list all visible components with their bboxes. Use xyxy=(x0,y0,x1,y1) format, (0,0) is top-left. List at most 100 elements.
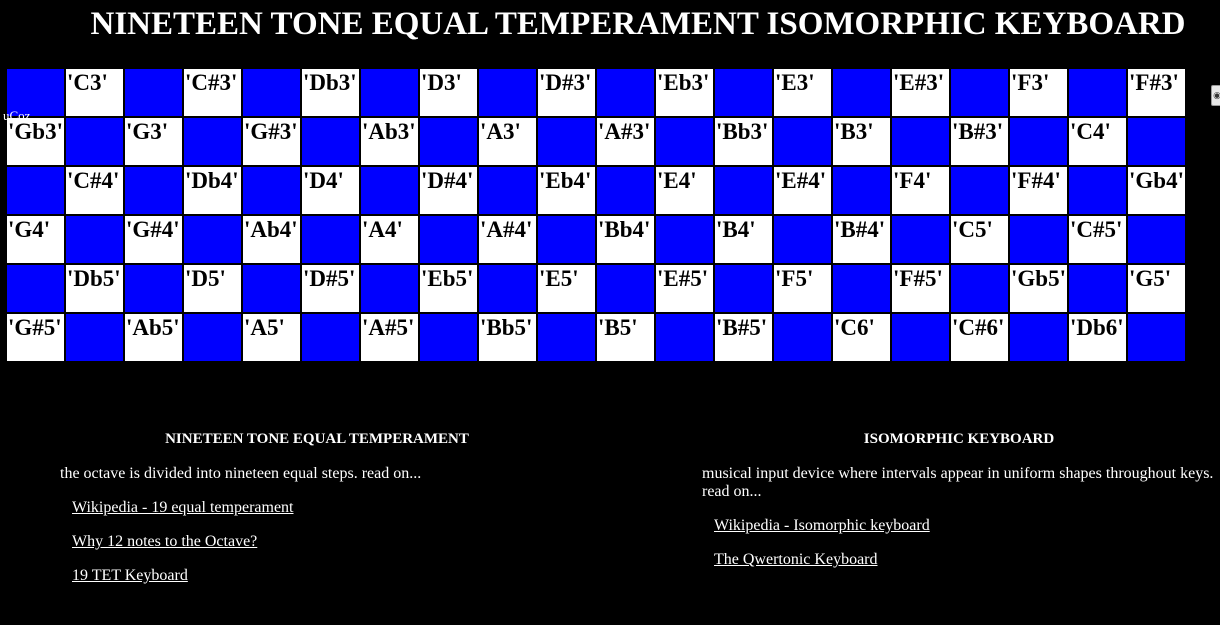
blank-key xyxy=(182,116,243,167)
note-key[interactable]: 'Gb4' xyxy=(1126,165,1187,216)
link-19-tet-keyboard[interactable]: 19 TET Keyboard xyxy=(72,567,188,585)
note-key[interactable]: 'C#3' xyxy=(182,67,243,118)
ucoz-label[interactable]: uCoz xyxy=(3,109,30,123)
note-key-label: 'A#4' xyxy=(480,217,533,242)
note-key[interactable]: 'C3' xyxy=(64,67,125,118)
note-key[interactable]: 'B4' xyxy=(713,214,774,265)
note-key-label: 'Db3' xyxy=(303,70,357,95)
note-key[interactable]: 'Db3' xyxy=(300,67,361,118)
note-key[interactable]: 'F3' xyxy=(1008,67,1069,118)
note-key[interactable]: 'E3' xyxy=(772,67,833,118)
note-key[interactable]: 'A5' xyxy=(241,312,302,363)
note-key[interactable]: 'E#5' xyxy=(654,263,715,314)
note-key[interactable]: 'A#3' xyxy=(595,116,656,167)
note-key[interactable]: 'A#4' xyxy=(477,214,538,265)
note-key[interactable]: 'C5' xyxy=(949,214,1010,265)
note-key[interactable]: 'Eb5' xyxy=(418,263,479,314)
note-key-label: 'F#3' xyxy=(1129,70,1179,95)
blank-key xyxy=(418,312,479,363)
note-key-label: 'A4' xyxy=(362,217,403,242)
note-key[interactable]: 'B#4' xyxy=(831,214,892,265)
note-key[interactable]: 'Ab4' xyxy=(241,214,302,265)
keyboard-row: 'G4' 'G#4' 'Ab4' 'A4' 'A#4' 'Bb4' 'B4' 'B#4' 'C5… xyxy=(5,214,1187,265)
link-wikipedia-19-equal-temperament[interactable]: Wikipedia - 19 equal temperament xyxy=(72,499,294,517)
note-key[interactable]: 'B#3' xyxy=(949,116,1010,167)
note-key-label: 'C#5' xyxy=(1070,217,1123,242)
note-key[interactable]: 'A4' xyxy=(359,214,420,265)
note-key[interactable]: 'Db5' xyxy=(64,263,125,314)
note-key[interactable]: 'B#5' xyxy=(713,312,774,363)
note-key[interactable]: 'Gb3' xyxy=(5,116,66,167)
note-key[interactable]: 'Db4' xyxy=(182,165,243,216)
note-key[interactable]: 'E5' xyxy=(536,263,597,314)
note-key[interactable]: 'D3' xyxy=(418,67,479,118)
blank-key xyxy=(654,312,715,363)
note-key-label: 'C#4' xyxy=(67,168,120,193)
note-key[interactable]: 'D4' xyxy=(300,165,361,216)
note-key[interactable]: 'A3' xyxy=(477,116,538,167)
note-key[interactable]: 'C6' xyxy=(831,312,892,363)
note-key[interactable]: 'Bb5' xyxy=(477,312,538,363)
note-key[interactable]: 'Bb3' xyxy=(713,116,774,167)
note-key-label: 'Eb5' xyxy=(421,266,474,291)
blank-key xyxy=(359,67,420,118)
note-key[interactable]: 'C#5' xyxy=(1067,214,1128,265)
note-key[interactable]: 'A#5' xyxy=(359,312,420,363)
note-key-label: 'G#4' xyxy=(126,217,180,242)
link-why-12-notes[interactable]: Why 12 notes to the Octave? xyxy=(72,533,257,551)
note-key[interactable]: 'F#3' xyxy=(1126,67,1187,118)
note-key[interactable]: 'E4' xyxy=(654,165,715,216)
note-key[interactable]: 'D#3' xyxy=(536,67,597,118)
note-key[interactable]: 'E#3' xyxy=(890,67,951,118)
link-qwertonic-keyboard[interactable]: The Qwertonic Keyboard xyxy=(714,551,878,569)
blank-key xyxy=(595,165,656,216)
side-tab-button[interactable]: ◉ xyxy=(1211,85,1220,106)
blank-key xyxy=(1008,214,1069,265)
note-key[interactable]: 'F5' xyxy=(772,263,833,314)
note-key[interactable]: 'F#4' xyxy=(1008,165,1069,216)
note-key[interactable]: 'Bb4' xyxy=(595,214,656,265)
blank-key xyxy=(890,312,951,363)
note-key[interactable]: 'G4' xyxy=(5,214,66,265)
left-section-description: the octave is divided into nineteen equa… xyxy=(60,465,422,482)
note-key[interactable]: 'C#4' xyxy=(64,165,125,216)
note-key[interactable]: 'Ab3' xyxy=(359,116,420,167)
note-key[interactable]: 'G#5' xyxy=(5,312,66,363)
note-key[interactable]: 'G#4' xyxy=(123,214,184,265)
note-key-label: 'B3' xyxy=(834,119,874,144)
note-key[interactable]: 'F4' xyxy=(890,165,951,216)
note-key[interactable]: 'D#5' xyxy=(300,263,361,314)
link-wikipedia-isomorphic-keyboard[interactable]: Wikipedia - Isomorphic keyboard xyxy=(714,517,930,535)
blank-key xyxy=(536,214,597,265)
note-key-label: 'F#4' xyxy=(1011,168,1061,193)
note-key[interactable]: 'G#3' xyxy=(241,116,302,167)
note-key[interactable]: 'Db6' xyxy=(1067,312,1128,363)
isomorphic-keyboard: 'C3' 'C#3' 'Db3' 'D3' 'D#3' 'Eb3' 'E3' 'E#3' 'F3… xyxy=(5,67,1187,363)
note-key-label: 'D#4' xyxy=(421,168,474,193)
blank-key xyxy=(713,165,774,216)
note-key[interactable]: 'G5' xyxy=(1126,263,1187,314)
page: NINETEEN TONE EQUAL TEMPERAMENT ISOMORPH… xyxy=(0,0,1220,625)
blank-key xyxy=(418,214,479,265)
note-key[interactable]: 'E#4' xyxy=(772,165,833,216)
note-key[interactable]: 'B3' xyxy=(831,116,892,167)
blank-key xyxy=(890,214,951,265)
note-key[interactable]: 'Eb3' xyxy=(654,67,715,118)
note-key[interactable]: 'Eb4' xyxy=(536,165,597,216)
note-key[interactable]: 'Gb5' xyxy=(1008,263,1069,314)
blank-key xyxy=(241,67,302,118)
note-key[interactable]: 'C4' xyxy=(1067,116,1128,167)
note-key-label: 'Bb5' xyxy=(480,315,533,340)
note-key[interactable]: 'D5' xyxy=(182,263,243,314)
note-key[interactable]: 'Ab5' xyxy=(123,312,184,363)
blank-key xyxy=(418,116,479,167)
note-key-label: 'C6' xyxy=(834,315,875,340)
note-key[interactable]: 'F#5' xyxy=(890,263,951,314)
note-key-label: 'D3' xyxy=(421,70,462,95)
note-key[interactable]: 'G3' xyxy=(123,116,184,167)
note-key[interactable]: 'C#6' xyxy=(949,312,1010,363)
note-key[interactable]: 'B5' xyxy=(595,312,656,363)
note-key[interactable]: 'D#4' xyxy=(418,165,479,216)
note-key-label: 'G4' xyxy=(8,217,51,242)
blank-key xyxy=(1008,312,1069,363)
